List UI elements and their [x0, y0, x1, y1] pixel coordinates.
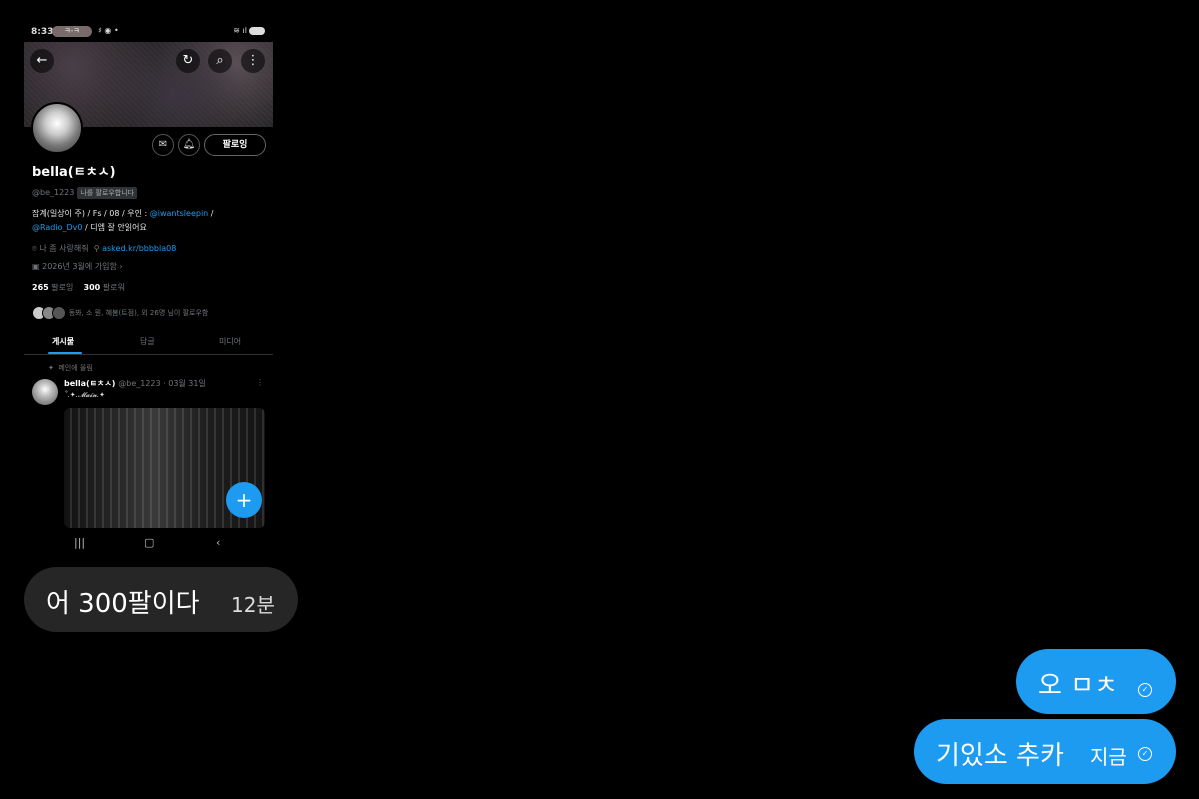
tab-posts[interactable]: 게시물 [52, 336, 74, 347]
search-icon[interactable]: ⌕ [208, 49, 232, 73]
post-avatar[interactable] [32, 379, 58, 405]
follow-counts: 265 팔로잉 300 팔로워 [32, 282, 125, 293]
mutual-text: 동봐, 소 뭔, 혜봄(트점), 외 26명 님이 팔로우함 [68, 309, 209, 317]
tab-media[interactable]: 미디어 [219, 336, 241, 347]
mutual-avatar [52, 306, 66, 320]
back-icon[interactable]: ← [30, 49, 54, 73]
chevron-right-icon: › [119, 262, 123, 271]
bio-mention-link[interactable]: @iwantsleepin [150, 209, 208, 218]
link-icon: ⚲ [93, 244, 100, 253]
post-author[interactable]: bella(ㅌㅊㅅ) [64, 379, 115, 388]
mutual-followers[interactable]: 동봐, 소 뭔, 혜봄(트점), 외 26명 님이 팔로우함 [32, 306, 208, 320]
website-link[interactable]: asked.kr/bbbbla08 [102, 244, 176, 253]
profile-meta: ⌾ 나 좀 사랑해줘 ⚲ asked.kr/bbbbla08 [32, 243, 176, 254]
bio-separator: / [210, 209, 214, 218]
profile-screenshot: 8:33 ㅋ-ㅋ ♯ ◉ • ≋ ıl ← ↻ ⌕ ⋮ ✉ 🔔︎ 팔로잉 bel… [24, 22, 273, 557]
tab-replies[interactable]: 답글 [140, 336, 155, 347]
sent-message-text: 오 ㅁㅊ [1038, 671, 1119, 701]
following-label[interactable]: 팔로잉 [51, 283, 73, 292]
refresh-icon[interactable]: ↻ [176, 49, 200, 73]
wifi-signal-icon: ≋ ıl [233, 26, 265, 35]
notification-icons: ♯ ◉ • [98, 26, 119, 35]
pinned-text: 메인에 올림 [58, 364, 93, 372]
pinned-label: ✦ 메인에 올림 [48, 363, 93, 373]
received-message-text: 어 300팔이다 [46, 589, 200, 619]
location-text: 나 좀 사랑해줘 [39, 244, 89, 253]
recent-apps-icon[interactable]: ||| [74, 536, 85, 549]
notification-bell-icon[interactable]: 🔔︎ [178, 134, 200, 156]
read-check-icon: ✓ [1138, 747, 1152, 761]
sent-message-text: 기있소 추카 [936, 741, 1064, 771]
more-icon[interactable]: ⋮ [241, 49, 265, 73]
status-time: 8:33 [31, 27, 54, 37]
following-button[interactable]: 팔로잉 [204, 134, 266, 156]
bio-text-2: / 디엠 잘 안읽어요 [85, 223, 147, 232]
sent-message-bubble[interactable]: 기있소 추카 지금 ✓ [914, 719, 1176, 784]
post-more-icon[interactable]: ⋮ [256, 378, 264, 387]
status-bar: 8:33 ㅋ-ㅋ ♯ ◉ • ≋ ıl [24, 22, 273, 42]
home-icon[interactable]: ▢ [144, 536, 154, 549]
compose-button[interactable]: + [226, 482, 262, 518]
pin-icon: ✦ [48, 364, 54, 372]
message-icon[interactable]: ✉ [152, 134, 174, 156]
following-count[interactable]: 265 [32, 283, 49, 292]
profile-tabs: 게시물 답글 미디어 [24, 330, 273, 355]
received-message-bubble[interactable]: 어 300팔이다 12분 [24, 567, 298, 632]
sent-message-time: 지금 [1090, 745, 1127, 769]
read-check-icon: ✓ [1138, 683, 1152, 697]
profile-name: bella(ㅌㅊㅅ) [32, 165, 116, 180]
post-meta: @be_1223 · 03월 31일 [118, 379, 206, 388]
bio-mention-link-2[interactable]: @Radio_Dv0 [32, 223, 82, 232]
profile-avatar[interactable] [31, 102, 83, 154]
follows-you-badge: 나를 팔로우합니다 [77, 187, 138, 199]
post-header: bella(ㅌㅊㅅ) @be_1223 · 03월 31일 [64, 378, 206, 389]
battery-icon [249, 26, 265, 35]
status-pill: ㅋ-ㅋ [52, 26, 92, 37]
back-nav-icon[interactable]: ‹ [216, 536, 220, 549]
followers-label[interactable]: 팔로워 [103, 283, 125, 292]
profile-handle: @be_1223 나를 팔로우합니다 [32, 187, 138, 199]
active-tab-indicator [48, 352, 82, 354]
handle-text: @be_1223 [32, 188, 75, 197]
calendar-icon: ▣ [32, 262, 40, 271]
post-text: ˚.✦.𝓜𝓪𝓲𝓷.✦ [64, 391, 105, 399]
bio-text: 잡계(일상이 주) / Fs / 08 / 우인 : [32, 209, 148, 218]
joined-text: 2026년 3월에 가입함 [42, 262, 117, 271]
location-icon: ⌾ [32, 244, 37, 253]
profile-bio: 잡계(일상이 주) / Fs / 08 / 우인 : @iwantsleepin… [32, 207, 268, 235]
received-message-time: 12분 [231, 593, 275, 617]
joined-date[interactable]: ▣ 2026년 3월에 가입함 › [32, 261, 123, 272]
followers-count[interactable]: 300 [84, 283, 101, 292]
sent-message-bubble[interactable]: 오 ㅁㅊ ✓ [1016, 649, 1176, 714]
android-nav-bar: ||| ▢ ‹ [24, 528, 273, 557]
